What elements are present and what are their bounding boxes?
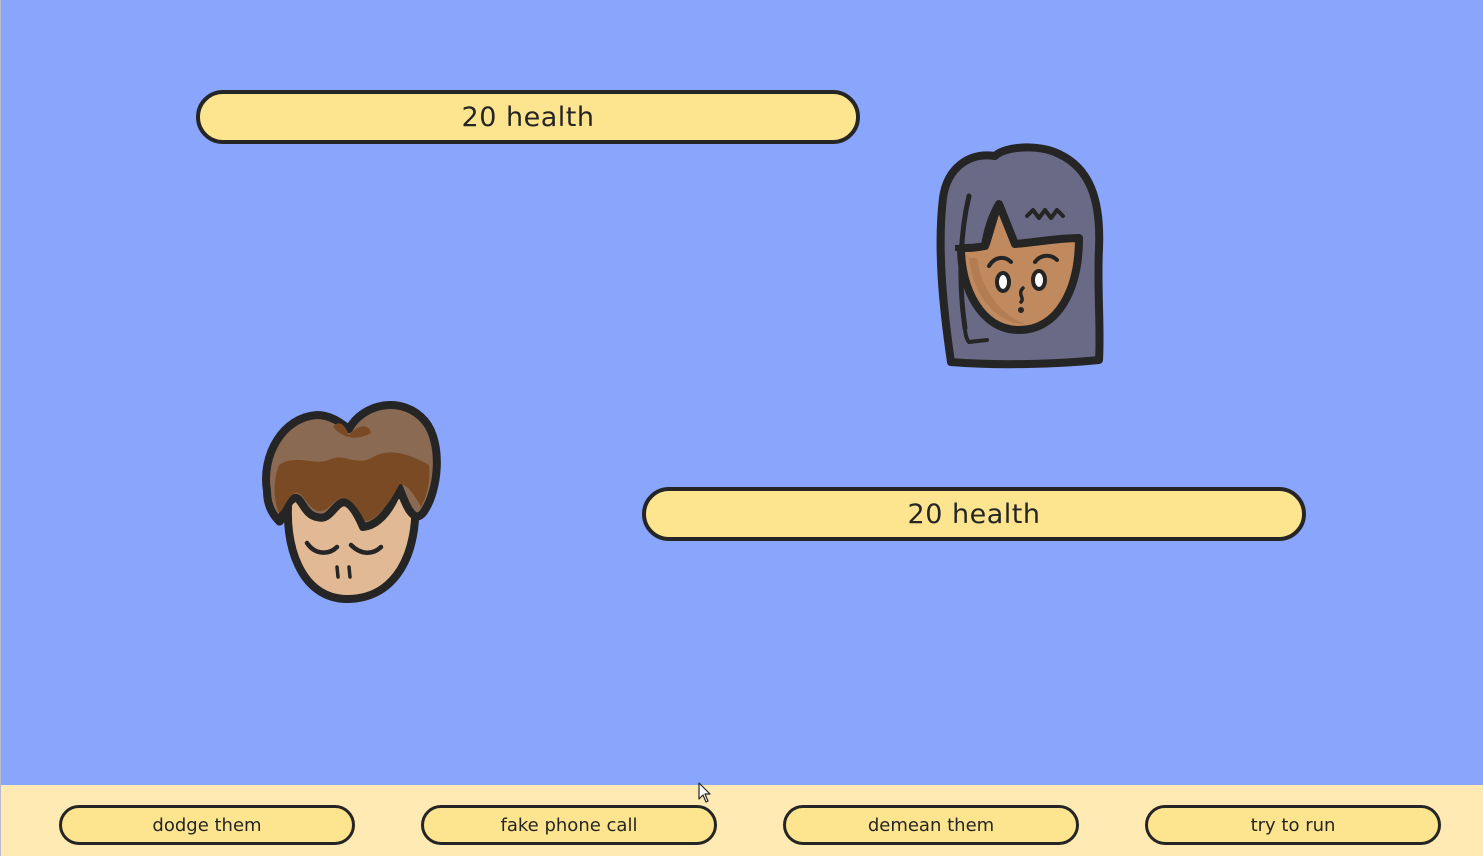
try-to-run-label: try to run [1250,814,1336,836]
fake-phone-call-button[interactable]: fake phone call [421,805,717,845]
enemy-health-label: 20 health [461,101,595,133]
player-health-bar: 20 health [642,487,1306,541]
player-portrait-icon [262,401,441,603]
mouse-cursor-icon [698,782,711,803]
fake-phone-call-label: fake phone call [500,814,638,836]
dodge-them-button[interactable]: dodge them [59,805,355,845]
demean-them-button[interactable]: demean them [783,805,1079,845]
demean-them-label: demean them [867,814,995,836]
battle-arena: 20 health 20 health [1,0,1483,785]
battle-screen: 20 health 20 health dodge them fake phon… [0,0,1483,856]
action-panel: dodge them fake phone call demean them t… [1,785,1483,856]
enemy-health-bar: 20 health [196,90,860,144]
try-to-run-button[interactable]: try to run [1145,805,1441,845]
player-health-label: 20 health [907,498,1041,530]
dodge-them-label: dodge them [152,814,262,836]
enemy-portrait-icon [936,143,1104,369]
